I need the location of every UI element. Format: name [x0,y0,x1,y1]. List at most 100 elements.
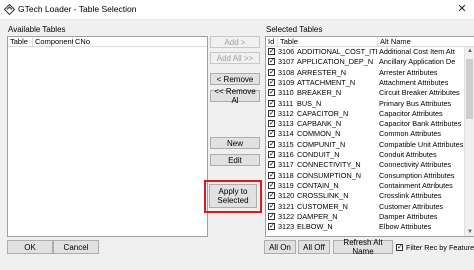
close-icon[interactable]: ✕ [450,0,474,19]
row-alt-name: Containment Attributes [379,180,453,190]
row-alt-name: Consumption Attributes [379,170,455,180]
table-row[interactable]: ✓ 3111 BUS_N Primary Bus Attributes [266,99,464,109]
row-table-name: CAPACITOR_N [297,108,349,118]
table-row[interactable]: ✓ 3112 CAPACITOR_N Capacitor Attributes [266,109,464,119]
row-table-name: ATTACHMENT_N [297,77,356,87]
row-alt-name: Compatible Unit Attributes [379,139,463,149]
gtech-loader-window: GTech Loader - Table Selection ✕ Availab… [0,0,474,270]
row-id: 3115 [278,139,294,149]
row-checkbox[interactable]: ✓ [268,68,275,76]
table-row[interactable]: ✓ 3114 COMMON_N Common Attributes [266,129,464,139]
row-checkbox[interactable]: ✓ [268,223,275,231]
table-row[interactable]: ✓ 3115 COMPUNIT_N Compatible Unit Attribute… [266,140,464,150]
row-checkbox[interactable]: ✓ [268,109,275,117]
row-alt-name: Elbow Attributes [379,222,432,232]
row-alt-name: Damper Attributes [379,211,438,221]
row-table-name: DAMPER_N [297,211,338,221]
row-id: 3118 [278,170,294,180]
row-alt-name: Crosslink Attributes [379,191,442,201]
row-id: 3113 [278,119,294,129]
row-checkbox[interactable]: ✓ [268,192,275,200]
scroll-up-icon[interactable]: ▲ [465,48,474,54]
selected-scrollbar[interactable]: ▲ ▼ [464,47,474,236]
row-id: 3109 [278,77,295,87]
table-row[interactable]: ✓ 3120 CROSSLINK_N Crosslink Attributes [266,191,464,201]
row-checkbox[interactable]: ✓ [268,171,275,179]
selected-col-id[interactable]: Id [266,37,278,47]
row-table-name: CONSUMPTION_N [297,170,362,180]
table-row[interactable]: ✓ 3117 CONNECTIVITY_N Connectivity Attribut… [266,160,464,170]
scroll-down-icon[interactable]: ▼ [465,229,474,235]
row-table-name: CAPBANK_N [297,119,342,129]
row-checkbox[interactable]: ✓ [268,89,275,97]
row-checkbox[interactable]: ✓ [268,161,275,169]
available-tables-list[interactable]: Table Component CNo [7,36,208,237]
table-row[interactable]: ✓ 3119 CONTAIN_N Containment Attributes [266,181,464,191]
row-id: 3107 [278,57,295,67]
row-checkbox[interactable]: ✓ [268,58,275,66]
selected-rows: ✓3106ADDITIONAL_COST_ITEM_NAdditional Co… [266,47,464,236]
table-row[interactable]: ✓ 3118 CONSUMPTION_N Consumption Attributes [266,171,464,181]
apply-to-selected-button[interactable]: Apply to Selected [209,184,257,208]
table-row[interactable]: ✓ 3116 CONDUIT_N Conduit Attributes [266,150,464,160]
edit-button[interactable]: Edit [210,154,260,166]
row-table-name: CONTAIN_N [297,180,339,190]
refresh-alt-name-button[interactable]: Refresh Alt Name [333,238,393,256]
row-alt-name: Additional Cost Item Att [379,47,455,56]
available-col-component[interactable]: Component [33,37,74,47]
add-all-button[interactable]: Add All >> [210,52,260,64]
ok-button[interactable]: OK [7,240,53,254]
row-id: 3111 [278,98,294,108]
all-off-button[interactable]: All Off [298,240,330,254]
row-checkbox[interactable]: ✓ [268,48,275,55]
row-id: 3108 [278,67,295,77]
row-id: 3123 [278,222,295,232]
row-table-name: CONDUIT_N [297,150,340,159]
row-alt-name: Circuit Breaker Attributes [379,88,460,98]
filter-rec-checkbox[interactable]: ✓ [396,244,403,251]
selected-col-table[interactable]: Table [278,37,378,47]
row-alt-name: Common Attributes [379,129,442,139]
remove-all-button[interactable]: << Remove Al [210,87,260,105]
row-checkbox[interactable]: ✓ [268,130,275,138]
row-checkbox[interactable]: ✓ [268,99,275,107]
row-checkbox[interactable]: ✓ [268,212,275,220]
scroll-thumb[interactable] [466,59,473,119]
table-row[interactable]: ✓ 3122 DAMPER_N Damper Attributes [266,212,464,222]
table-row[interactable]: ✓ 3113 CAPBANK_N Capacitor Bank Attributes [266,119,464,129]
table-row[interactable]: ✓ 3109 ATTACHMENT_N Attachment Attributes [266,78,464,88]
row-checkbox[interactable]: ✓ [268,151,275,158]
row-checkbox[interactable]: ✓ [268,120,275,128]
row-table-name: BUS_N [297,98,322,108]
row-table-name: ADDITIONAL_COST_ITEM_N [297,47,377,56]
cancel-button[interactable]: Cancel [53,240,99,254]
filter-rec-checkbox-row[interactable]: ✓ Filter Rec by Feature [396,243,474,253]
row-checkbox[interactable]: ✓ [268,140,275,148]
selected-col-alt-name[interactable]: Alt Name [378,37,474,47]
row-alt-name: Customer Attributes [379,201,444,211]
filter-rec-label: Filter Rec by Feature [406,243,474,252]
table-row[interactable]: ✓ 3110 BREAKER_N Circuit Breaker Attributes [266,88,464,98]
row-checkbox[interactable]: ✓ [268,181,275,189]
new-button[interactable]: New [210,137,260,149]
table-row[interactable]: ✓ 3108 ARRESTER_N Arrester Attributes [266,68,464,78]
row-table-name: COMMON_N [297,129,341,139]
available-col-table[interactable]: Table [8,37,33,47]
row-checkbox[interactable]: ✓ [268,202,275,210]
table-row[interactable]: ✓3106ADDITIONAL_COST_ITEM_NAdditional Co… [266,47,464,57]
table-row[interactable]: ✓ 3121 CUSTOMER_N Customer Attributes [266,202,464,212]
row-checkbox[interactable]: ✓ [268,78,275,86]
row-table-name: BREAKER_N [297,88,342,98]
row-alt-name: Conduit Attributes [379,150,437,159]
row-table-name: COMPUNIT_N [297,139,346,149]
table-row[interactable]: ✓ 3123 ELBOW_N Elbow Attributes [266,222,464,232]
add-button[interactable]: Add > [210,36,260,48]
all-on-button[interactable]: All On [264,240,296,254]
row-alt-name: Capacitor Attributes [379,108,443,118]
row-alt-name: Capacitor Bank Attributes [379,119,462,129]
remove-button[interactable]: < Remove [210,73,260,85]
table-row[interactable]: ✓ 3107 APPLICATION_DEP_N Ancillary Applicat… [266,57,464,67]
available-col-cno[interactable]: CNo [73,37,207,47]
selected-tables-list[interactable]: Id Table Alt Name ✓ 3106 ADDITIONAL_COST_I… [265,36,474,237]
row-id: 3114 [278,129,294,139]
